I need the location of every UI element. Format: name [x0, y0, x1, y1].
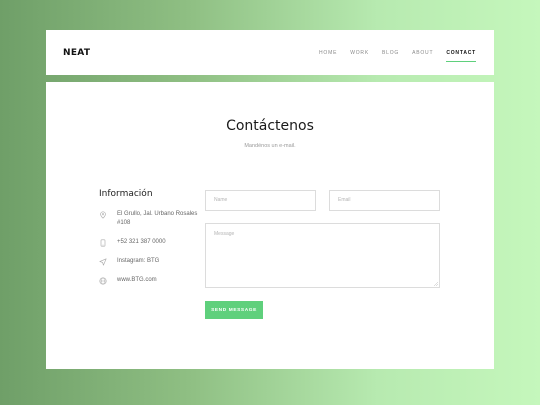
page-title: Contáctenos — [226, 118, 314, 134]
email-placeholder: Email — [338, 197, 351, 203]
message-placeholder: Message — [214, 231, 235, 237]
name-input[interactable]: Name — [205, 190, 316, 211]
resize-handle-icon[interactable] — [434, 282, 438, 286]
location-pin-icon — [99, 211, 107, 219]
email-input[interactable]: Email — [329, 190, 440, 211]
send-message-button[interactable]: SEND MESSAGE — [205, 301, 263, 319]
nav-home[interactable]: HOME — [319, 48, 337, 58]
website-text[interactable]: www.BTG.com — [117, 276, 157, 285]
phone-icon — [99, 239, 107, 247]
page-subtitle: Mandénos un e-mail. — [244, 143, 296, 149]
navbar: NEAT HOME WORK BLOG ABOUT CONTACT — [46, 30, 494, 75]
address-text: El Grullo, Jal. Urbano Rosales #108 — [117, 211, 198, 226]
phone-text: +52 321 387 0000 — [117, 239, 166, 245]
globe-icon — [99, 277, 107, 285]
nav-about[interactable]: ABOUT — [412, 48, 433, 58]
info-instagram: Instagram: BTG — [99, 257, 159, 266]
message-textarea[interactable]: Message — [205, 223, 440, 288]
info-address: El Grullo, Jal. Urbano Rosales #108 — [99, 210, 199, 228]
info-phone: +52 321 387 0000 — [99, 238, 166, 247]
info-heading: Información — [99, 189, 153, 199]
instagram-text[interactable]: Instagram: BTG — [117, 257, 159, 266]
nav-work[interactable]: WORK — [350, 48, 369, 58]
nav-blog[interactable]: BLOG — [382, 48, 399, 58]
brand-logo[interactable]: NEAT — [63, 48, 90, 58]
contact-card: Contáctenos Mandénos un e-mail. Informac… — [46, 82, 494, 369]
name-placeholder: Name — [214, 197, 228, 203]
nav-contact[interactable]: CONTACT — [446, 48, 476, 62]
info-website: www.BTG.com — [99, 276, 157, 285]
nav-menu: HOME WORK BLOG ABOUT CONTACT — [306, 48, 476, 62]
send-arrow-icon — [99, 258, 107, 266]
